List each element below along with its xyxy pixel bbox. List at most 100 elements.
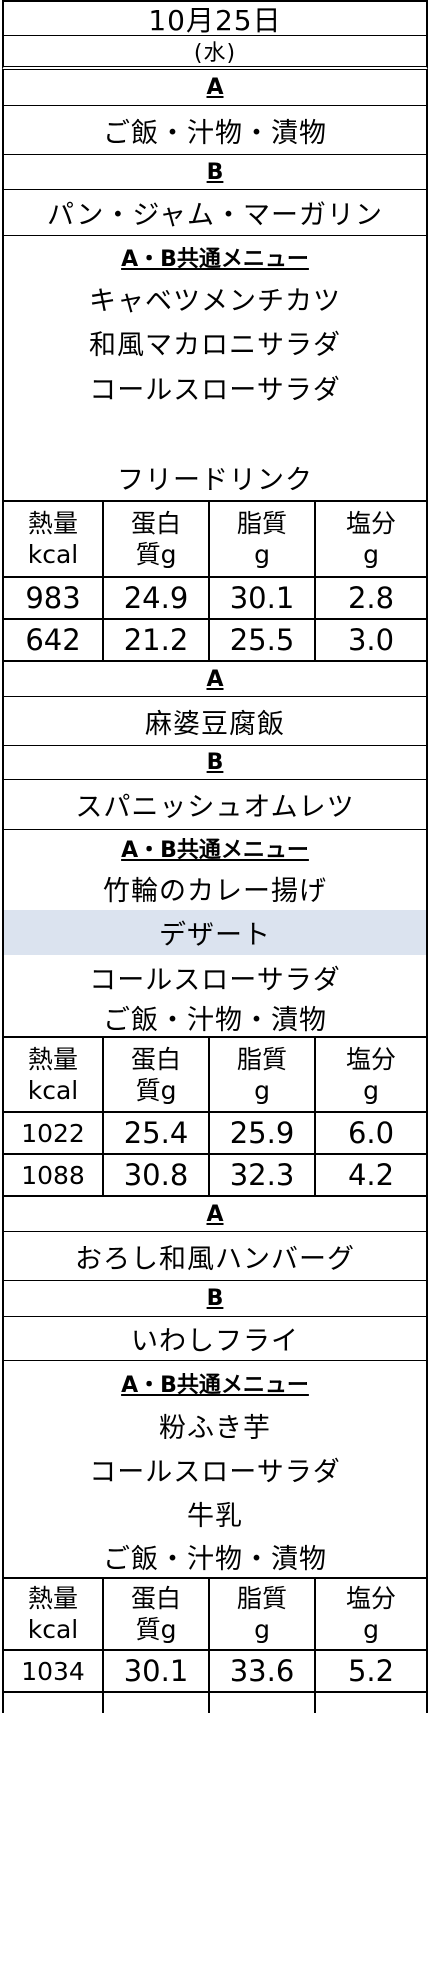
fat-value: 33.6 <box>210 1651 316 1691</box>
section1-common-item: 和風マカロニサラダ <box>2 320 428 365</box>
section1-a-item-cell: ご飯・汁物・漬物 <box>2 106 428 155</box>
nutrition-header-row: 熱量 kcal 蛋白 質g 脂質 g 塩分 g <box>2 1579 428 1651</box>
protein-value: 24.9 <box>104 578 210 618</box>
section1-common-item <box>2 410 428 455</box>
common-menu-item: フリードリンク <box>117 465 313 496</box>
salt-value: 6.0 <box>347 1116 395 1150</box>
b-label: B <box>206 750 224 775</box>
menu-sheet: 10月25日 (水) A ご飯・汁物・漬物 B パン・ジャム・マーガリン A・B… <box>2 0 428 1713</box>
energy-value: 1022 <box>4 1113 104 1153</box>
date-text: 10月25日 <box>148 3 282 37</box>
common-menu-item: コールスローサラダ <box>89 1456 341 1488</box>
section3-b-label-cell: B <box>2 1281 428 1317</box>
section3-b-item-cell: いわしフライ <box>2 1317 428 1361</box>
common-menu-item: ご飯・汁物・漬物 <box>103 1543 327 1575</box>
salt-header: 塩分 g <box>345 509 396 569</box>
salt-header: 塩分 g <box>345 1584 396 1644</box>
energy-header: 熱量 kcal <box>4 1038 104 1111</box>
common-menu-item: 和風マカロニサラダ <box>89 330 341 361</box>
fat-header: 脂質 g <box>210 1579 316 1649</box>
b-menu-item: パン・ジャム・マーガリン <box>47 200 383 231</box>
fat-value: 30.1 <box>210 578 316 618</box>
date-cell: 10月25日 <box>2 0 428 37</box>
common-menu-item: 竹輪のカレー揚げ <box>103 875 327 907</box>
section2-common-item: コールスローサラダ <box>2 955 428 999</box>
a-menu-item: 麻婆豆腐飯 <box>145 708 285 740</box>
salt-value: 5.2 <box>347 1654 395 1688</box>
salt-header: 塩分 g <box>345 1044 396 1105</box>
energy-value: 1088 <box>4 1155 104 1195</box>
section2-b-label-cell: B <box>2 746 428 780</box>
section2-common-label-cell: A・B共通メニュー <box>2 830 428 866</box>
section3-common-label-cell: A・B共通メニュー <box>2 1361 428 1404</box>
section3-common-item: コールスローサラダ <box>2 1447 428 1491</box>
a-label: A <box>206 666 224 692</box>
section2-common-item-highlighted: デザート <box>2 910 428 955</box>
common-menu-item: 粉ふき芋 <box>159 1413 271 1444</box>
section3-a-label-cell: A <box>2 1197 428 1232</box>
section3-a-item-cell: おろし和風ハンバーグ <box>2 1232 428 1281</box>
weekday-cell: (水) <box>2 36 428 70</box>
common-menu-label: A・B共通メニュー <box>121 246 309 272</box>
nutrition-row-b: 642 21.2 25.5 3.0 <box>2 620 428 662</box>
common-menu-item: コールスローサラダ <box>89 964 341 996</box>
salt-value: 2.8 <box>347 581 395 615</box>
a-menu-item: ご飯・汁物・漬物 <box>103 117 327 149</box>
fat-header: 脂質 g <box>210 1038 316 1111</box>
common-menu-label: A・B共通メニュー <box>121 838 309 863</box>
protein-header: 蛋白 質g <box>104 502 210 576</box>
section1-b-label-cell: B <box>2 155 428 190</box>
section2-common-item: 竹輪のカレー揚げ <box>2 866 428 910</box>
common-menu-item: ご飯・汁物・漬物 <box>103 1005 327 1036</box>
common-menu-item: コールスローサラダ <box>89 375 341 406</box>
fat-value: 32.3 <box>210 1155 316 1195</box>
protein-value: 21.2 <box>104 620 210 660</box>
fat-header: 脂質 g <box>210 502 316 576</box>
section2-common-item: ご飯・汁物・漬物 <box>2 999 428 1038</box>
nutrition-row-b: 1088 30.8 32.3 4.2 <box>2 1155 428 1197</box>
energy-value: 642 <box>4 620 104 660</box>
b-label: B <box>206 1286 224 1311</box>
section1-a-label-cell: A <box>2 70 428 106</box>
nutrition-row-cut-off <box>2 1693 428 1713</box>
section2-a-label-cell: A <box>2 662 428 697</box>
protein-value: 30.8 <box>104 1155 210 1195</box>
nutrition-header-row: 熱量 kcal 蛋白 質g 脂質 g 塩分 g <box>2 502 428 578</box>
section1-common-item: フリードリンク <box>2 455 428 502</box>
nutrition-row-a: 1022 25.4 25.9 6.0 <box>2 1113 428 1155</box>
b-menu-item: いわしフライ <box>131 1326 299 1357</box>
a-label: A <box>206 1201 224 1227</box>
salt-value: 4.2 <box>347 1158 395 1192</box>
weekday-text: (水) <box>193 41 237 66</box>
nutrition-header-row: 熱量 kcal 蛋白 質g 脂質 g 塩分 g <box>2 1038 428 1113</box>
protein-header: 蛋白 質g <box>104 1579 210 1649</box>
protein-header: 蛋白 質g <box>104 1038 210 1111</box>
salt-value: 3.0 <box>347 623 395 657</box>
nutrition-row-a: 1034 30.1 33.6 5.2 <box>2 1651 428 1693</box>
section1-common-item: コールスローサラダ <box>2 365 428 410</box>
protein-value: 30.1 <box>104 1651 210 1691</box>
energy-value: 983 <box>4 578 104 618</box>
a-label: A <box>206 75 224 100</box>
b-menu-item: スパニッシュオムレツ <box>75 792 355 823</box>
common-menu-item: デザート <box>159 920 271 951</box>
common-menu-label: A・B共通メニュー <box>121 1372 309 1398</box>
a-menu-item: おろし和風ハンバーグ <box>75 1243 355 1275</box>
section1-b-item-cell: パン・ジャム・マーガリン <box>2 190 428 236</box>
fat-value: 25.9 <box>210 1113 316 1153</box>
section2-b-item-cell: スパニッシュオムレツ <box>2 780 428 830</box>
section2-a-item-cell: 麻婆豆腐飯 <box>2 697 428 746</box>
energy-header: 熱量 kcal <box>4 502 104 576</box>
common-menu-item: キャベツメンチカツ <box>89 286 341 317</box>
b-label: B <box>206 159 224 185</box>
section3-common-item: ご飯・汁物・漬物 <box>2 1535 428 1579</box>
fat-value: 25.5 <box>210 620 316 660</box>
section1-common-label-cell: A・B共通メニュー <box>2 236 428 277</box>
common-menu-item: 牛乳 <box>187 1500 243 1532</box>
energy-header: 熱量 kcal <box>4 1579 104 1649</box>
protein-value: 25.4 <box>104 1113 210 1153</box>
section1-common-item: キャベツメンチカツ <box>2 277 428 320</box>
nutrition-row-a: 983 24.9 30.1 2.8 <box>2 578 428 620</box>
section3-common-item: 粉ふき芋 <box>2 1404 428 1447</box>
energy-value: 1034 <box>4 1651 104 1691</box>
